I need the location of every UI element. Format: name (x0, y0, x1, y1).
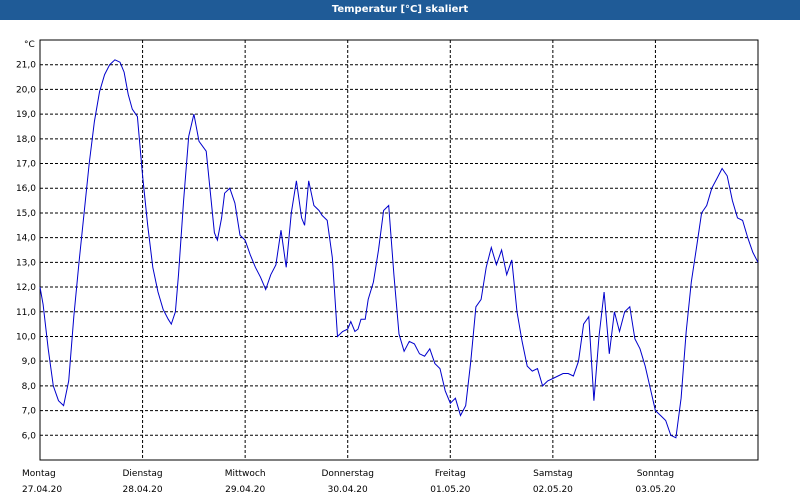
y-axis-ticks: 6,0 7,0 8,0 9,0 10,0 11,0 12,0 13,0 14,0 15,0 16,0… (16, 61, 36, 442)
y-tick-label: 15,0 (16, 209, 36, 219)
y-tick-label: 12,0 (16, 283, 36, 293)
x-tick-date-label: 27.04.20 (22, 485, 62, 495)
title-bar: Temperatur [°C] skaliert (0, 0, 800, 20)
y-tick-label: 6,0 (22, 431, 37, 441)
x-tick-day-label: Donnerstag (321, 469, 374, 479)
x-tick-day-label: Montag (22, 469, 56, 479)
y-tick-label: 11,0 (16, 308, 36, 318)
x-tick-date-label: 01.05.20 (430, 485, 470, 495)
y-tick-label: 21,0 (16, 61, 36, 71)
y-tick-label: 9,0 (22, 357, 37, 367)
x-tick-date-label: 29.04.20 (225, 485, 265, 495)
x-tick-date-label: 28.04.20 (123, 485, 163, 495)
y-tick-label: 17,0 (16, 160, 36, 170)
y-tick-label: 19,0 (16, 110, 36, 120)
chart-canvas: 6,0 7,0 8,0 9,0 10,0 11,0 12,0 13,0 14,0 15,0 16,0… (16, 39, 759, 495)
x-tick-date-label: 30.04.20 (328, 485, 368, 495)
x-tick-day-label: Samstag (533, 469, 572, 479)
y-tick-label: 8,0 (22, 382, 37, 392)
y-axis-unit-label: °C (24, 40, 35, 50)
x-tick-day-label: Freitag (435, 469, 466, 479)
y-tick-label: 13,0 (16, 258, 36, 268)
y-tick-label: 14,0 (16, 234, 36, 244)
x-axis-ticks: Montag 27.04.20 Dienstag 28.04.20 Mittwoch 29… (22, 469, 676, 495)
y-tick-label: 20,0 (16, 85, 36, 95)
y-tick-label: 16,0 (16, 184, 36, 194)
x-tick-day-label: Mittwoch (225, 469, 266, 479)
y-tick-label: 10,0 (16, 332, 36, 342)
chart-title: Temperatur [°C] skaliert (331, 4, 469, 15)
plot-area (39, 39, 759, 461)
x-tick-date-label: 02.05.20 (533, 485, 573, 495)
x-tick-day-label: Sonntag (637, 469, 674, 479)
x-tick-day-label: Dienstag (123, 469, 163, 479)
x-tick-date-label: 03.05.20 (635, 485, 675, 495)
y-tick-label: 7,0 (22, 407, 37, 417)
y-tick-label: 18,0 (16, 135, 36, 145)
